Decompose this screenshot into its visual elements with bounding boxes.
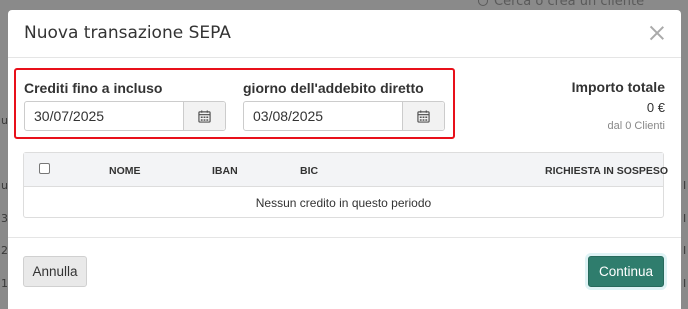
background-edge-text: 3	[1, 212, 8, 225]
background-edge-text: I	[683, 179, 687, 192]
debit-input-group	[243, 101, 445, 131]
credits-label: Crediti fino a incluso	[24, 80, 163, 96]
total-label: Importo totale	[571, 79, 665, 95]
debit-field: giorno dell'addebito diretto	[243, 80, 445, 131]
debit-date-input[interactable]	[244, 102, 402, 130]
background-edge-text: u	[1, 114, 8, 127]
search-icon	[478, 0, 488, 6]
background-edge-text: 2	[1, 244, 8, 257]
modal-footer: Annulla Continua	[8, 237, 681, 309]
calendar-button[interactable]	[183, 102, 225, 130]
column-header-nome: NOME	[109, 165, 141, 177]
background-edge-text: 1	[1, 277, 8, 290]
modal-title: Nuova transazione SEPA	[24, 23, 231, 43]
column-header-bic: BIC	[300, 165, 319, 177]
total-subtitle: dal 0 Clienti	[607, 120, 665, 132]
column-header-iban: IBAN	[212, 165, 238, 177]
background-search: Cerca o crea un cliente	[478, 0, 644, 9]
credits-field: Crediti fino a incluso	[24, 80, 226, 131]
background-edge-text: I	[683, 277, 687, 290]
sepa-transaction-modal: Nuova transazione SEPA Crediti fino a in…	[8, 10, 681, 309]
close-icon[interactable]	[647, 23, 667, 43]
total-value: 0 €	[646, 100, 665, 115]
calendar-icon	[198, 109, 211, 123]
debit-label: giorno dell'addebito diretto	[243, 80, 424, 96]
background-edge-text: I	[683, 212, 687, 225]
continue-button[interactable]: Continua	[588, 256, 664, 287]
calendar-icon	[417, 109, 430, 123]
select-all-checkbox[interactable]	[39, 163, 50, 174]
credits-table: NOME IBAN BIC RICHIESTA IN SOSPESO Nessu…	[23, 152, 668, 218]
cancel-button[interactable]: Annulla	[23, 256, 87, 287]
background-edge-text: u	[1, 179, 8, 192]
table-header: NOME IBAN BIC RICHIESTA IN SOSPESO	[24, 153, 668, 187]
modal-header: Nuova transazione SEPA	[8, 10, 681, 58]
credits-date-input[interactable]	[25, 102, 183, 130]
background-edge-text: I	[683, 244, 687, 257]
credits-input-group	[24, 101, 226, 131]
column-header-richiesta: RICHIESTA IN SOSPESO	[545, 165, 669, 177]
empty-table-message: Nessun credito in questo periodo	[255, 195, 432, 210]
calendar-button[interactable]	[402, 102, 444, 130]
